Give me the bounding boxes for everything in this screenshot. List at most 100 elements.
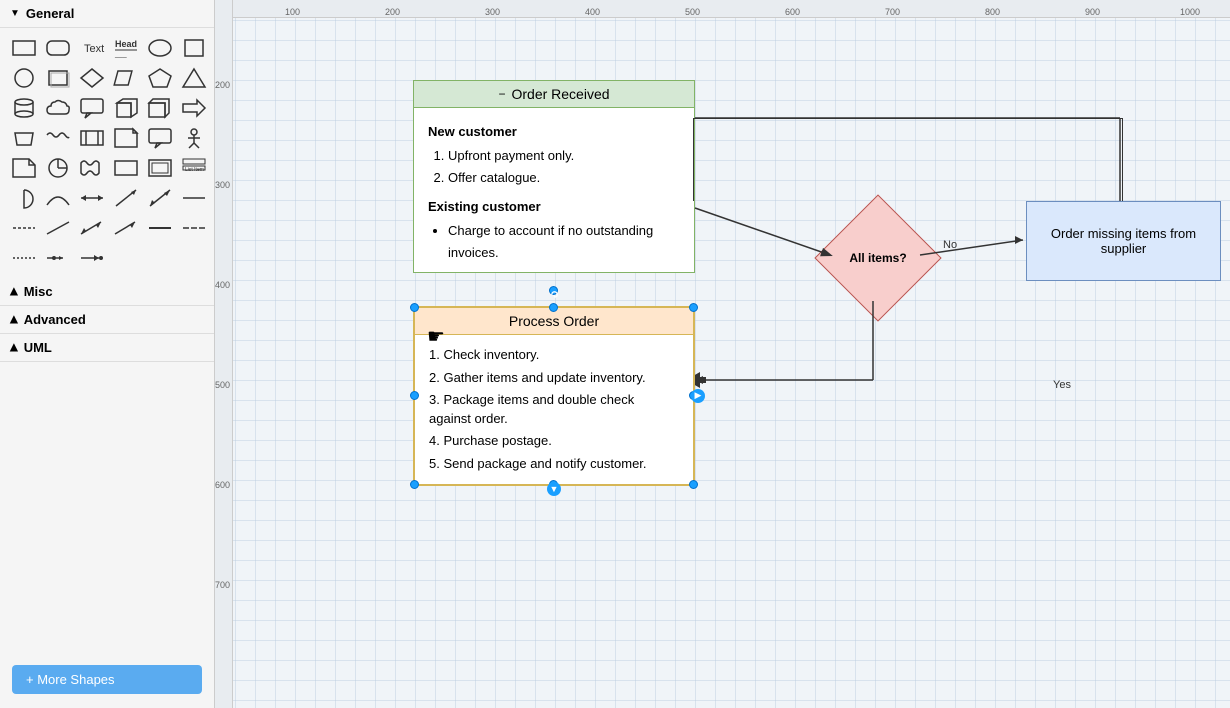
shape-conn2[interactable]	[178, 214, 210, 242]
shape-cloud[interactable]	[42, 94, 74, 122]
shape-arrow-right[interactable]	[178, 94, 210, 122]
svg-text:Text: Text	[84, 43, 104, 55]
process-order-body: 1. Check inventory. 2. Gather items and …	[415, 335, 693, 484]
edge-arrow-right[interactable]: ▶	[691, 389, 705, 403]
shape-rect2[interactable]	[110, 154, 142, 182]
section-general[interactable]: ▼ General	[0, 0, 214, 28]
shapes-grid: Text Head ___	[0, 28, 214, 278]
shape-rounded-rect[interactable]	[42, 34, 74, 62]
uml-arrow: ▶	[8, 344, 19, 352]
order-received-header: − Order Received	[414, 81, 694, 108]
shape-listitem[interactable]: List Item	[178, 154, 210, 182]
handle-bl[interactable]	[410, 480, 419, 489]
more-shapes-label: + More Shapes	[26, 672, 115, 687]
handle-tm[interactable]	[549, 303, 558, 312]
shape-parallelogram[interactable]	[110, 64, 142, 92]
shape-diamond[interactable]	[76, 64, 108, 92]
shape-arrow-diag[interactable]	[110, 184, 142, 212]
rotate-handle[interactable]	[549, 286, 558, 295]
supplier-label: Order missing items from supplier	[1035, 226, 1212, 256]
handle-br[interactable]	[689, 480, 698, 489]
existing-customer-title: Existing customer	[428, 197, 680, 218]
section-uml[interactable]: ▶ UML	[0, 334, 214, 362]
shape-process[interactable]	[76, 124, 108, 152]
svg-text:___: ___	[114, 51, 127, 58]
shape-triangle[interactable]	[178, 64, 210, 92]
order-received-title: Order Received	[511, 86, 609, 102]
shape-ellipse[interactable]	[144, 34, 176, 62]
handle-tl[interactable]	[410, 303, 419, 312]
edge-arrow-bottom[interactable]: ▼	[547, 482, 561, 496]
uml-label: UML	[24, 340, 52, 355]
section-advanced[interactable]: ▶ Advanced	[0, 306, 214, 334]
shape-text[interactable]: Text	[76, 34, 108, 62]
shape-circle[interactable]	[8, 64, 40, 92]
advanced-arrow: ▶	[8, 316, 19, 324]
shape-tape[interactable]	[76, 154, 108, 182]
new-customer-item-2: Offer catalogue.	[448, 167, 680, 189]
left-panel: ▼ General Text Head ___	[0, 0, 215, 708]
step-4: 4. Purchase postage.	[429, 429, 679, 452]
step-3: 3. Package items and double check agains…	[429, 390, 679, 429]
shape-callout[interactable]	[76, 94, 108, 122]
shape-trapezoid[interactable]	[8, 124, 40, 152]
svg-text:No: No	[943, 239, 957, 251]
section-misc[interactable]: ▶ Misc	[0, 278, 214, 306]
shape-square[interactable]	[178, 34, 210, 62]
existing-customer-item-1: Charge to account if no outstanding invo…	[448, 220, 680, 264]
step-5: 5. Send package and notify customer.	[429, 452, 679, 475]
shape-wave[interactable]	[42, 124, 74, 152]
collapse-icon[interactable]: −	[498, 87, 505, 101]
shape-pentagon[interactable]	[144, 64, 176, 92]
advanced-label: Advanced	[24, 312, 86, 327]
process-order-title: Process Order	[509, 313, 599, 329]
shape-arrow-single[interactable]	[110, 214, 142, 242]
handle-ml[interactable]	[410, 391, 419, 400]
misc-arrow: ▶	[8, 288, 19, 296]
step-1: 1. Check inventory.	[429, 343, 679, 366]
ruler-left: 200 300 400 500 600 700	[215, 0, 233, 708]
shape-arrow-up-right[interactable]	[144, 184, 176, 212]
shape-person[interactable]	[178, 124, 210, 152]
shape-heading[interactable]: Head ___	[110, 34, 142, 62]
svg-text:List Item: List Item	[185, 167, 204, 173]
general-arrow: ▼	[10, 8, 20, 19]
canvas-area[interactable]: 100 200 300 400 500 600 700 800 900 1000…	[215, 0, 1230, 708]
shape-angled-line[interactable]	[42, 214, 74, 242]
shape-shadow-rect[interactable]	[42, 64, 74, 92]
shape-dashed[interactable]	[8, 214, 40, 242]
top-connector-rect	[693, 118, 1123, 201]
order-received-body: New customer Upfront payment only. Offer…	[414, 108, 694, 272]
new-customer-title: New customer	[428, 122, 680, 143]
process-order-box[interactable]: ▶ ▼ Process Order 1. Check inventory. 2.…	[413, 306, 695, 486]
svg-text:Yes: Yes	[1053, 379, 1071, 391]
shape-cube[interactable]	[110, 94, 142, 122]
handle-tr[interactable]	[689, 303, 698, 312]
misc-label: Misc	[24, 284, 53, 299]
general-label: General	[26, 6, 74, 21]
supplier-box[interactable]: Order missing items from supplier	[1026, 201, 1221, 281]
shape-line[interactable]	[178, 184, 210, 212]
diamond-wrapper[interactable]: All items?	[833, 213, 923, 303]
shape-conn3[interactable]	[8, 244, 40, 272]
shape-callout2[interactable]	[144, 124, 176, 152]
shape-inner-rect[interactable]	[144, 154, 176, 182]
shape-rectangle[interactable]	[8, 34, 40, 62]
shape-pie[interactable]	[42, 154, 74, 182]
diamond-shape	[814, 194, 941, 321]
shape-doc[interactable]	[8, 154, 40, 182]
shape-3d-rect[interactable]	[144, 94, 176, 122]
shape-conn4[interactable]	[42, 244, 74, 272]
shape-arrow-line[interactable]	[76, 214, 108, 242]
order-received-box[interactable]: − Order Received New customer Upfront pa…	[413, 80, 695, 273]
shape-arrow-both[interactable]	[76, 184, 108, 212]
shape-half-circle[interactable]	[8, 184, 40, 212]
shape-conn1[interactable]	[144, 214, 176, 242]
svg-text:Head: Head	[115, 39, 137, 49]
ruler-top: 100 200 300 400 500 600 700 800 900 1000	[215, 0, 1230, 18]
shape-note[interactable]	[110, 124, 142, 152]
shape-conn5[interactable]	[76, 244, 108, 272]
shape-curved[interactable]	[42, 184, 74, 212]
more-shapes-button[interactable]: + More Shapes	[12, 665, 202, 694]
shape-cylinder[interactable]	[8, 94, 40, 122]
